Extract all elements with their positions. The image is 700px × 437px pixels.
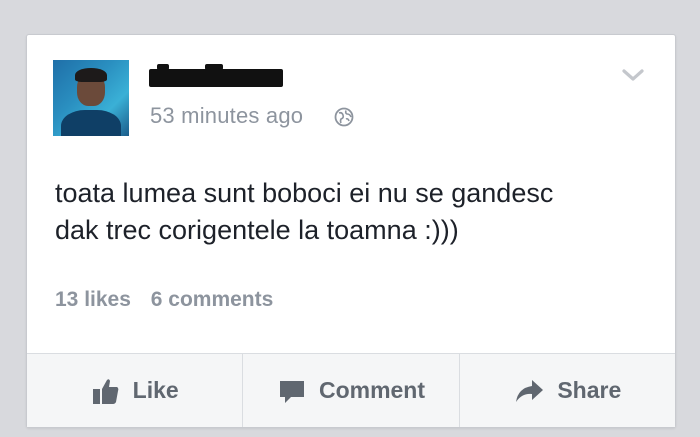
author-name-redacted bbox=[149, 64, 283, 87]
share-arrow-icon bbox=[516, 379, 544, 402]
share-button[interactable]: Share bbox=[459, 354, 675, 427]
post-text: toata lumea sunt boboci ei nu se gandesc… bbox=[55, 175, 655, 249]
avatar[interactable] bbox=[53, 60, 129, 136]
thumbs-up-icon bbox=[92, 378, 118, 404]
post-timestamp[interactable]: 53 minutes ago bbox=[150, 103, 303, 129]
post-card: 53 minutes ago toata lumea sunt boboci e… bbox=[26, 34, 676, 428]
comment-label: Comment bbox=[318, 377, 426, 403]
action-bar: Like Comment Share bbox=[27, 354, 675, 427]
post-text-line: dak trec corigentele la toamna :))) bbox=[55, 215, 459, 245]
speech-bubble-icon bbox=[279, 380, 304, 403]
post-stats: 13 likes 6 comments bbox=[55, 288, 273, 312]
likes-count[interactable]: 13 likes bbox=[55, 288, 131, 311]
globe-icon bbox=[334, 107, 354, 127]
like-label: Like bbox=[132, 377, 179, 403]
share-label: Share bbox=[557, 377, 622, 403]
comment-button[interactable]: Comment bbox=[243, 354, 460, 427]
comments-count[interactable]: 6 comments bbox=[151, 288, 274, 311]
post-text-line: toata lumea sunt boboci ei nu se gandesc bbox=[55, 178, 554, 208]
chevron-down-icon[interactable] bbox=[619, 65, 647, 85]
like-button[interactable]: Like bbox=[27, 354, 244, 427]
